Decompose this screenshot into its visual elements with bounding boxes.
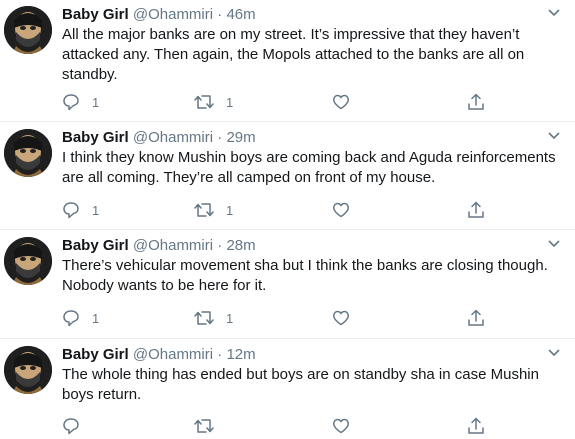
- retweet-button[interactable]: 1: [194, 308, 233, 328]
- tweet-text: There’s vehicular movement sha but I thi…: [62, 257, 548, 294]
- display-name[interactable]: Baby Girl: [62, 129, 129, 146]
- tweet[interactable]: Baby Girl @Ohammiri · 12m The whole thin…: [0, 340, 575, 439]
- user-handle[interactable]: @Ohammiri: [133, 129, 213, 146]
- share-button[interactable]: [467, 308, 485, 328]
- avatar-image: [4, 6, 52, 54]
- chevron-down-icon[interactable]: [547, 8, 561, 18]
- tweet-text: The whole thing has ended but boys are o…: [62, 366, 539, 403]
- user-handle[interactable]: @Ohammiri: [133, 237, 213, 254]
- display-name[interactable]: Baby Girl: [62, 6, 129, 23]
- share-button[interactable]: [467, 92, 485, 112]
- tweet[interactable]: Baby Girl @Ohammiri · 29m I think they k…: [0, 123, 575, 230]
- retweet-button[interactable]: 1: [194, 200, 233, 220]
- like-button[interactable]: [332, 200, 362, 220]
- divider: [0, 229, 575, 230]
- retweet-count: 1: [226, 310, 234, 326]
- share-icon: [468, 201, 484, 218]
- divider: [0, 121, 575, 122]
- timestamp[interactable]: 29m: [226, 129, 255, 146]
- tweet-actions: 1 1: [62, 308, 502, 328]
- divider: [0, 338, 575, 339]
- share-button[interactable]: [467, 200, 485, 220]
- avatar[interactable]: [4, 346, 52, 394]
- tweet-actions: [62, 416, 502, 436]
- reply-button[interactable]: 1: [62, 92, 99, 112]
- display-name[interactable]: Baby Girl: [62, 346, 129, 363]
- reply-button[interactable]: 1: [62, 308, 99, 328]
- avatar[interactable]: [4, 129, 52, 177]
- tweet-header: Baby Girl @Ohammiri · 46m: [62, 5, 256, 24]
- avatar-image: [4, 346, 52, 394]
- reply-count: 1: [92, 310, 100, 326]
- tweet-actions: 1 1: [62, 92, 502, 112]
- share-icon: [468, 417, 484, 434]
- heart-icon: [333, 310, 349, 326]
- retweet-icon: [194, 95, 214, 109]
- separator-dot: ·: [217, 129, 223, 146]
- timestamp[interactable]: 28m: [226, 237, 255, 254]
- avatar-image: [4, 129, 52, 177]
- display-name[interactable]: Baby Girl: [62, 237, 129, 254]
- tweet-text: I think they know Mushin boys are coming…: [62, 149, 556, 186]
- separator-dot: ·: [217, 6, 223, 23]
- user-handle[interactable]: @Ohammiri: [133, 6, 213, 23]
- retweet-icon: [194, 203, 214, 217]
- like-button[interactable]: [332, 92, 362, 112]
- timestamp[interactable]: 12m: [226, 346, 255, 363]
- share-button[interactable]: [467, 416, 485, 436]
- share-icon: [468, 309, 484, 326]
- reply-button[interactable]: [62, 416, 92, 436]
- separator-dot: ·: [217, 346, 223, 363]
- retweet-icon: [194, 419, 214, 433]
- tweet-header: Baby Girl @Ohammiri · 28m: [62, 236, 256, 255]
- tweet[interactable]: Baby Girl @Ohammiri · 46m All the major …: [0, 0, 575, 122]
- separator-dot: ·: [217, 237, 223, 254]
- chevron-down-icon[interactable]: [547, 348, 561, 358]
- reply-button[interactable]: 1: [62, 200, 99, 220]
- user-handle[interactable]: @Ohammiri: [133, 346, 213, 363]
- retweet-button[interactable]: 1: [194, 92, 233, 112]
- timestamp[interactable]: 46m: [226, 6, 255, 23]
- heart-icon: [333, 202, 349, 218]
- tweet-text: All the major banks are on my street. It…: [62, 26, 525, 83]
- like-button[interactable]: [332, 308, 362, 328]
- retweet-count: 1: [226, 202, 234, 218]
- reply-icon: [63, 310, 79, 327]
- tweet-header: Baby Girl @Ohammiri · 29m: [62, 128, 256, 147]
- share-icon: [468, 93, 484, 110]
- chevron-down-icon[interactable]: [547, 239, 561, 249]
- retweet-icon: [194, 311, 214, 325]
- heart-icon: [333, 418, 349, 434]
- reply-icon: [63, 94, 79, 111]
- reply-count: 1: [92, 202, 100, 218]
- like-button[interactable]: [332, 416, 362, 436]
- reply-count: 1: [92, 94, 100, 110]
- avatar-image: [4, 237, 52, 285]
- avatar[interactable]: [4, 6, 52, 54]
- chevron-down-icon[interactable]: [547, 131, 561, 141]
- tweet-actions: 1 1: [62, 200, 502, 220]
- tweet[interactable]: Baby Girl @Ohammiri · 28m There’s vehicu…: [0, 231, 575, 339]
- retweet-button[interactable]: [194, 416, 226, 436]
- retweet-count: 1: [226, 94, 234, 110]
- reply-icon: [63, 418, 79, 435]
- reply-icon: [63, 202, 79, 219]
- heart-icon: [333, 94, 349, 110]
- avatar[interactable]: [4, 237, 52, 285]
- tweet-header: Baby Girl @Ohammiri · 12m: [62, 345, 256, 364]
